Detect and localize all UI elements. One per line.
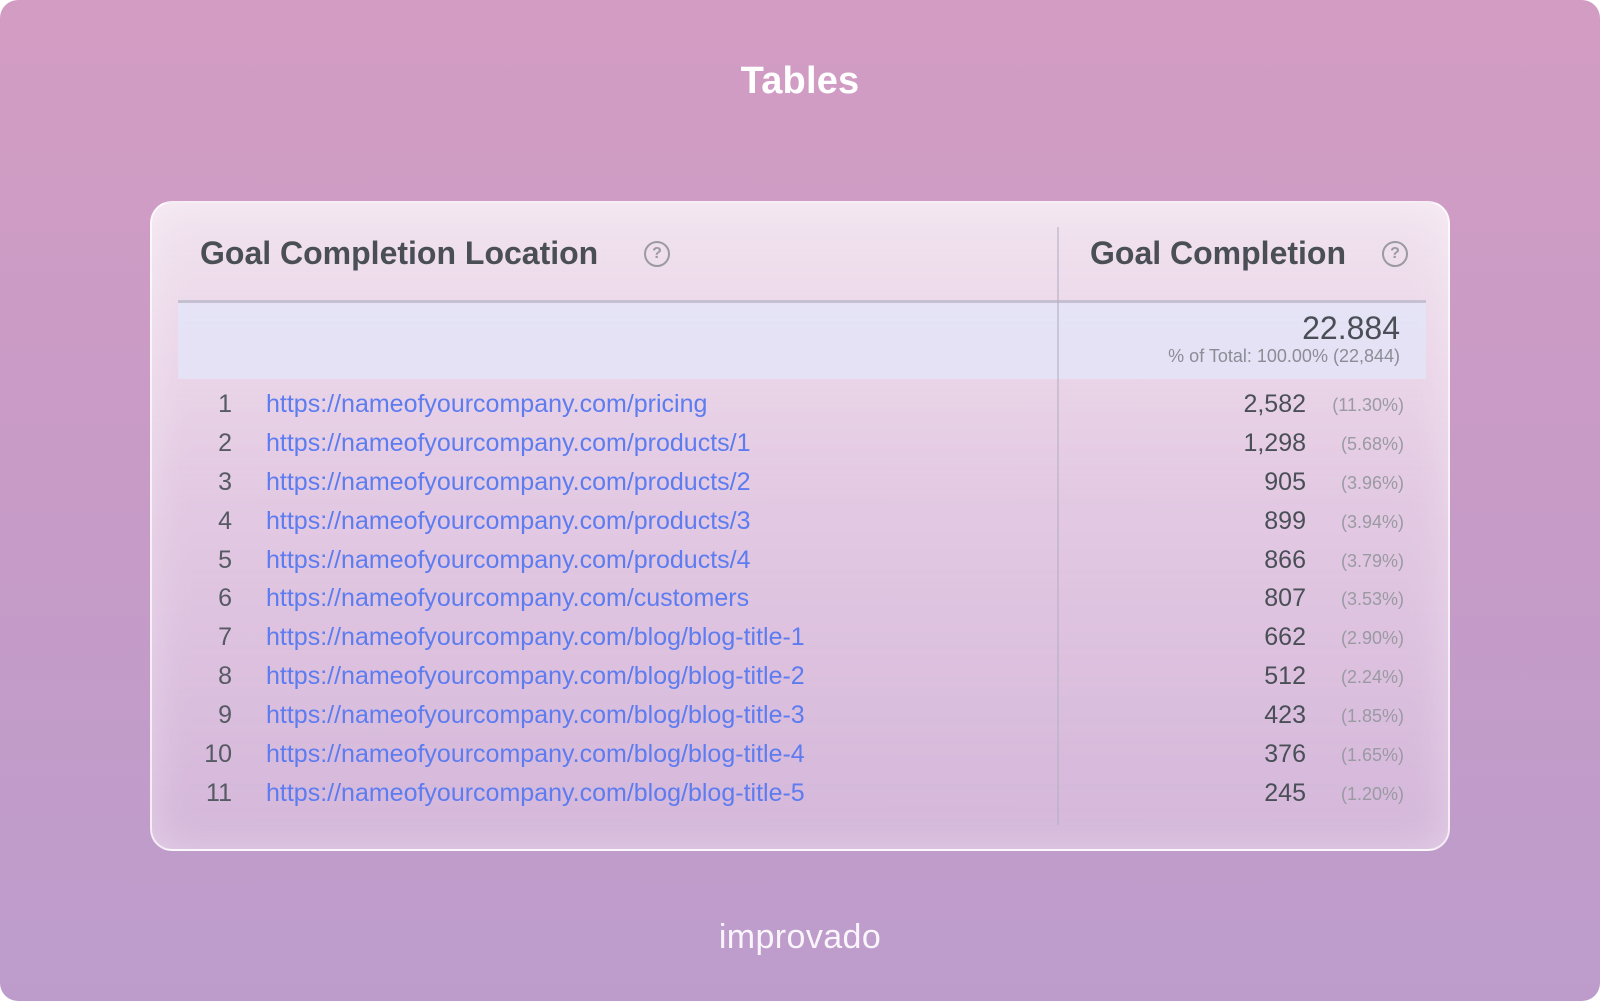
column-header-location[interactable]: Goal Completion Location [200, 235, 598, 272]
row-index: 2 [218, 428, 232, 457]
page: Tables Goal Completion Location ? Goal C… [0, 0, 1600, 1001]
row-goal-completion-value: 512 [1264, 662, 1306, 691]
row-url-link[interactable]: https://nameofyourcompany.com/products/2 [266, 468, 751, 497]
row-goal-completion-value: 2,582 [1243, 390, 1306, 418]
row-goal-completion-percent: (11.30%) [1332, 395, 1404, 415]
row-goal-completion-percent: (5.68%) [1340, 433, 1404, 454]
row-goal-completion-value: 423 [1264, 701, 1306, 730]
total-row [178, 303, 1426, 379]
row-url-link[interactable]: https://nameofyourcompany.com/customers [266, 584, 749, 613]
table-header: Goal Completion Location ? Goal Completi… [152, 203, 1448, 303]
row-index: 3 [218, 467, 232, 496]
table-body: 1 https://nameofyourcompany.com/pricing 2,… [152, 386, 1448, 814]
table-row: 11 https://nameofyourcompany.com/blog/blo… [152, 775, 1448, 814]
row-url-link[interactable]: https://nameofyourcompany.com/products/1 [266, 429, 751, 458]
row-goal-completion-percent: (1.85%) [1340, 706, 1404, 727]
row-goal-completion-value: 245 [1264, 778, 1306, 807]
row-goal-completion-percent: (3.53%) [1340, 589, 1404, 610]
total-value: 22.884 [1302, 310, 1400, 346]
brand-logo: improvado [718, 918, 882, 956]
table-row: 8 https://nameofyourcompany.com/blog/blog… [152, 658, 1448, 697]
table-row: 10 https://nameofyourcompany.com/blog/blo… [152, 736, 1448, 775]
row-index: 1 [218, 390, 232, 418]
row-index: 8 [218, 662, 232, 691]
row-goal-completion-percent: (1.20%) [1340, 783, 1404, 804]
row-goal-completion-value: 905 [1264, 467, 1306, 496]
page-title: Tables [740, 60, 860, 102]
row-url-link[interactable]: https://nameofyourcompany.com/blog/blog-… [266, 662, 805, 691]
table-row: 2 https://nameofyourcompany.com/products/… [152, 425, 1448, 464]
row-goal-completion-value: 866 [1264, 545, 1306, 574]
table-row: 6 https://nameofyourcompany.com/customers… [152, 580, 1448, 619]
row-url-link[interactable]: https://nameofyourcompany.com/products/4 [266, 546, 751, 575]
row-url-link[interactable]: https://nameofyourcompany.com/blog/blog-… [266, 701, 805, 730]
row-url-link[interactable]: https://nameofyourcompany.com/products/3 [266, 507, 751, 536]
table-row: 5 https://nameofyourcompany.com/products/… [152, 542, 1448, 581]
row-index: 11 [206, 778, 232, 807]
row-goal-completion-percent: (2.90%) [1340, 628, 1404, 649]
row-index: 6 [218, 584, 232, 613]
row-url-link[interactable]: https://nameofyourcompany.com/blog/blog-… [266, 623, 805, 652]
table-row: 3 https://nameofyourcompany.com/products/… [152, 464, 1448, 503]
row-goal-completion-percent: (3.94%) [1340, 511, 1404, 532]
table-row: 4 https://nameofyourcompany.com/products/… [152, 503, 1448, 542]
table-row: 1 https://nameofyourcompany.com/pricing 2,… [152, 386, 1448, 425]
row-goal-completion-percent: (3.79%) [1340, 550, 1404, 571]
table-row: 9 https://nameofyourcompany.com/blog/blog… [152, 697, 1448, 736]
help-circle-icon[interactable]: ? [1382, 241, 1408, 267]
table-row: 7 https://nameofyourcompany.com/blog/blog… [152, 619, 1448, 658]
row-goal-completion-percent: (2.24%) [1340, 667, 1404, 688]
row-goal-completion-value: 662 [1264, 623, 1306, 652]
row-index: 9 [218, 701, 232, 730]
goal-completion-table: Goal Completion Location ? Goal Completi… [150, 201, 1450, 851]
help-circle-icon[interactable]: ? [644, 241, 670, 267]
row-goal-completion-percent: (3.96%) [1340, 472, 1404, 493]
row-goal-completion-value: 807 [1264, 584, 1306, 613]
total-percentage: % of Total: 100.00% (22,844) [1168, 346, 1400, 366]
row-index: 10 [204, 740, 232, 769]
row-index: 7 [218, 623, 232, 652]
column-header-goal-completion[interactable]: Goal Completion [1090, 235, 1346, 272]
row-url-link[interactable]: https://nameofyourcompany.com/pricing [266, 390, 707, 419]
row-url-link[interactable]: https://nameofyourcompany.com/blog/blog-… [266, 779, 805, 808]
row-goal-completion-value: 1,298 [1243, 428, 1306, 457]
row-index: 5 [218, 545, 232, 574]
row-goal-completion-value: 376 [1264, 740, 1306, 769]
row-goal-completion-value: 899 [1264, 506, 1306, 535]
row-goal-completion-percent: (1.65%) [1340, 745, 1404, 766]
row-index: 4 [218, 506, 232, 535]
row-url-link[interactable]: https://nameofyourcompany.com/blog/blog-… [266, 740, 805, 769]
